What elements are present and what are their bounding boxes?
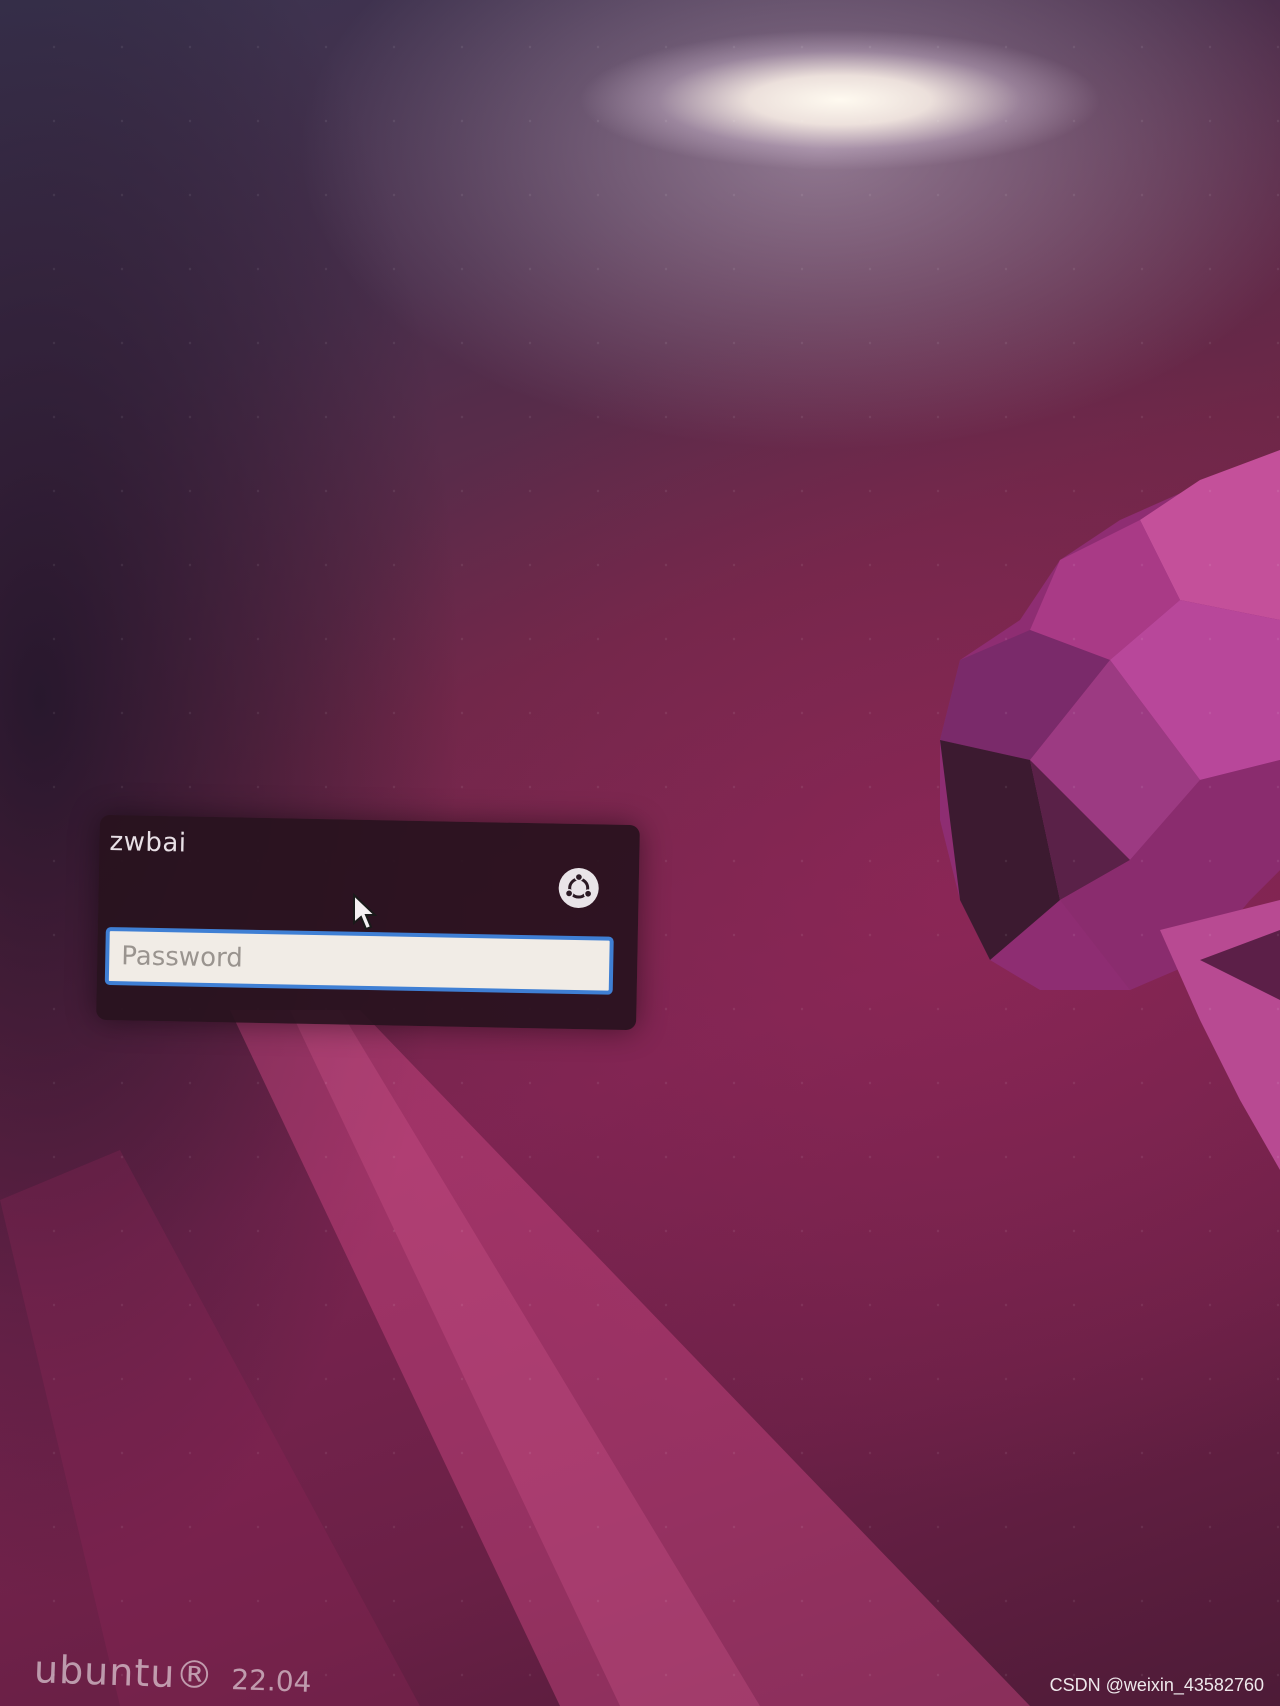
mouse-pointer-icon [353,893,378,931]
watermark-text: CSDN @weixin_43582760 [1049,1675,1264,1695]
distro-version: 22.04 [230,1663,312,1699]
username-label: zwbai [109,827,187,859]
ubuntu-logo-icon [564,872,593,899]
password-input[interactable] [108,931,610,991]
lock-screen: zwbai ubuntu® 22.04 CSDN @weixin_4358276… [0,0,1280,1706]
password-field-frame [104,926,614,995]
distro-name: ubuntu® [33,1647,216,1698]
session-selector-button[interactable] [558,867,600,909]
